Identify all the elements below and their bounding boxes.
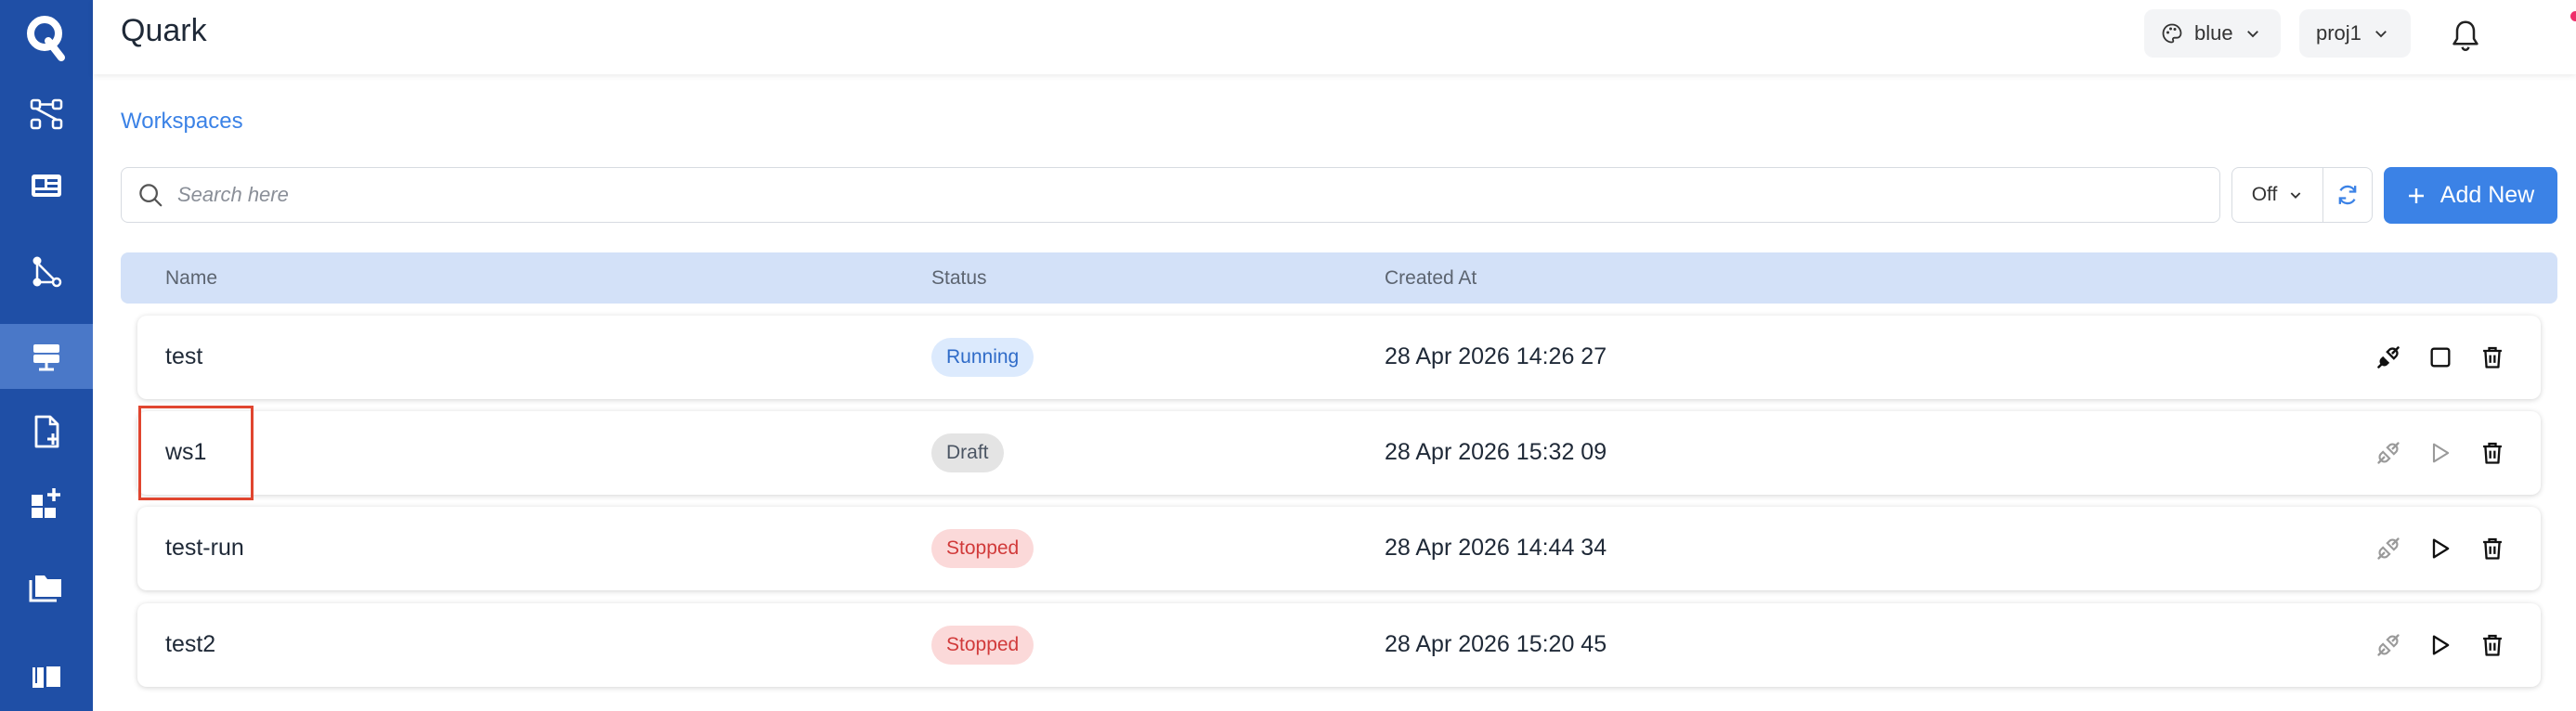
created-at: 28 Apr 2026 15:20 45 [1385,631,1607,657]
notifications-button[interactable] [2442,13,2489,59]
workspace-name: test-run [165,535,244,561]
workspace-name: ws1 [165,439,207,465]
search-bar [121,167,2220,223]
sidebar-item-new-file[interactable] [0,399,93,464]
server-icon [33,344,59,371]
refresh-interval-label: Off [2251,184,2278,205]
plug-icon [2377,346,2400,368]
trash-icon [2483,634,2502,656]
start-button[interactable] [2424,628,2457,662]
search-input[interactable] [177,183,2174,207]
breadcrumb-workspaces[interactable]: Workspaces [121,109,243,135]
app-title: Quark [121,13,207,48]
chevron-down-icon [2246,31,2258,38]
sidebar [0,0,93,711]
created-at: 28 Apr 2026 15:32 09 [1385,439,1607,465]
status-badge: Stopped [931,626,1034,665]
play-icon [2432,635,2450,655]
stop-button[interactable] [2424,341,2457,374]
bell-icon [2452,20,2478,52]
status-badge: Draft [931,433,1004,472]
plug-icon [2377,537,2400,560]
refresh-interval-select[interactable]: Off [2232,168,2323,222]
add-new-label: Add New [2439,182,2535,208]
search-icon [139,184,163,207]
top-header: Quark blue proj1 [93,0,2576,74]
theme-selector[interactable]: blue [2144,9,2281,58]
refresh-controls: Off [2231,167,2373,223]
trash-icon [2483,537,2502,560]
project-label: proj1 [2316,21,2361,45]
delete-button[interactable] [2476,341,2509,374]
column-header-status[interactable]: Status [931,267,987,290]
dashboard-icon [32,175,61,197]
status-badge: Stopped [931,529,1034,568]
sidebar-item-docs[interactable] [0,644,93,709]
sidebar-item-dashboards[interactable] [0,153,93,218]
plus-icon [2408,187,2424,203]
play-icon [2432,538,2450,559]
delete-button[interactable] [2476,628,2509,662]
sidebar-item-workspaces[interactable] [0,324,93,389]
app-logo[interactable] [0,0,93,74]
play-icon [2432,443,2450,463]
column-header-name[interactable]: Name [165,267,217,290]
workspace-name: test [165,343,203,369]
start-button[interactable] [2424,436,2457,470]
plug-icon [2377,442,2400,464]
created-at: 28 Apr 2026 14:26 27 [1385,343,1607,369]
book-icon [33,666,60,688]
sidebar-item-folders[interactable] [0,555,93,620]
table-row[interactable]: test-run Stopped 28 Apr 2026 14:44 34 [137,507,2541,590]
project-selector[interactable]: proj1 [2299,9,2411,58]
sidebar-item-graphs[interactable] [0,239,93,304]
folder-icon [29,575,61,602]
chevron-down-icon [2290,192,2301,199]
graph-icon [33,256,62,288]
connect-button[interactable] [2372,341,2405,374]
delete-button[interactable] [2476,532,2509,565]
table-row[interactable]: test2 Stopped 28 Apr 2026 15:20 45 [137,603,2541,687]
theme-label: blue [2194,21,2233,45]
connect-button[interactable] [2372,532,2405,565]
sidebar-item-pipelines[interactable] [0,82,93,147]
sidebar-item-add-widget[interactable] [0,471,93,536]
start-button[interactable] [2424,532,2457,565]
status-badge: Running [931,338,1034,377]
add-new-button[interactable]: Add New [2384,167,2557,224]
refresh-icon [2338,185,2357,205]
widget-plus-icon [32,488,60,518]
palette-icon [2162,23,2182,44]
trash-icon [2483,442,2502,464]
table-header: Name Status Created At [121,252,2557,304]
column-header-created-at[interactable]: Created At [1385,267,1477,290]
stop-icon [2430,347,2451,368]
q-logo-icon [27,16,65,61]
flow-icon [30,98,63,130]
created-at: 28 Apr 2026 14:44 34 [1385,535,1607,561]
table-row[interactable]: test Running 28 Apr 2026 14:26 27 [137,316,2541,399]
table-row[interactable]: ws1 Draft 28 Apr 2026 15:32 09 [137,411,2541,495]
connect-button[interactable] [2372,436,2405,470]
workspace-name: test2 [165,631,216,657]
connect-button[interactable] [2372,628,2405,662]
trash-icon [2483,346,2502,368]
plug-icon [2377,634,2400,656]
delete-button[interactable] [2476,436,2509,470]
refresh-button[interactable] [2323,168,2372,222]
chevron-down-icon [2375,31,2387,38]
file-plus-icon [34,415,59,448]
notification-dot [2570,11,2576,21]
